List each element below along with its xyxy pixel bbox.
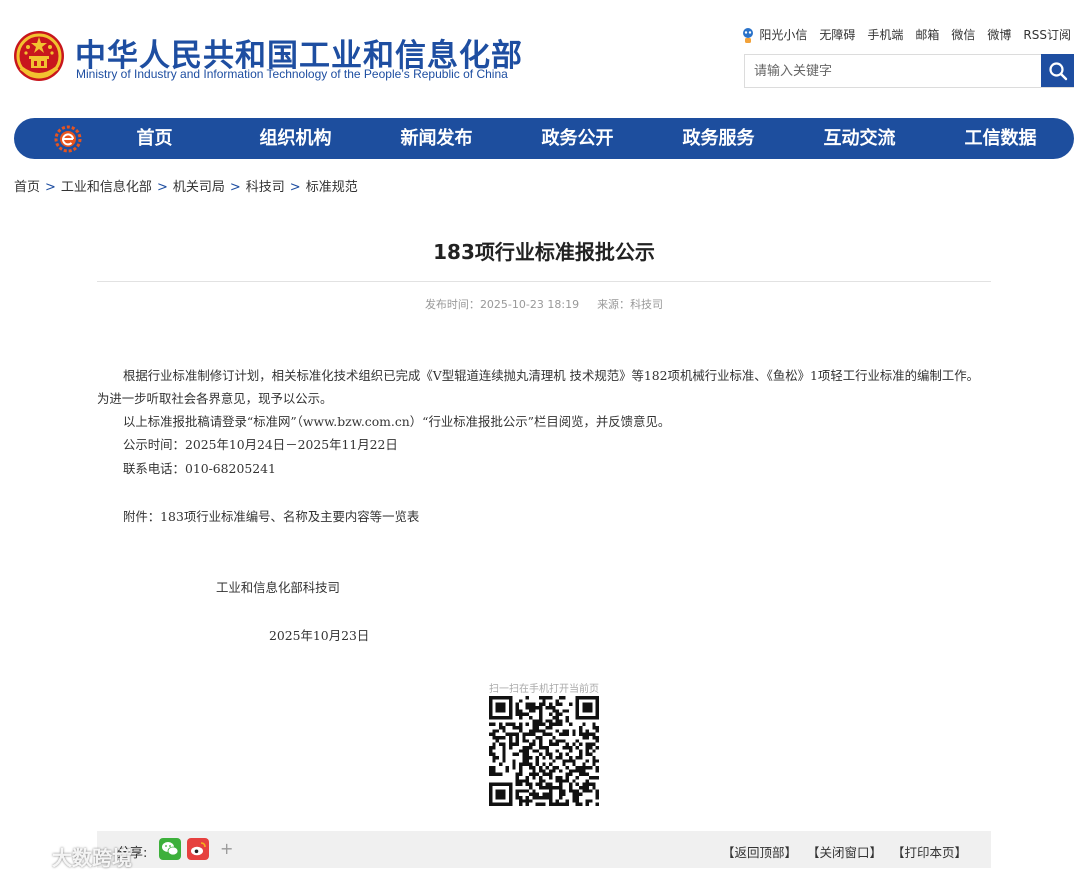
search-button[interactable]: [1041, 54, 1074, 87]
nav-item-organization[interactable]: 组织机构: [225, 118, 366, 159]
breadcrumb-item[interactable]: 首页: [14, 180, 40, 195]
search-icon: [1048, 61, 1067, 80]
attachment-link[interactable]: 附件：183项行业标准编号、名称及主要内容等一览表: [123, 507, 419, 525]
top-link-accessibility[interactable]: 无障碍: [819, 26, 855, 43]
close-window-link[interactable]: 【关闭窗口】: [807, 845, 882, 860]
breadcrumb-item[interactable]: 机关司局: [173, 180, 225, 195]
breadcrumb-item[interactable]: 科技司: [246, 180, 285, 195]
top-link-wechat[interactable]: 微信: [951, 26, 975, 43]
top-link-label: 阳光小信: [759, 28, 808, 42]
miit-logo-icon: [54, 125, 82, 153]
main-nav: 首页 组织机构 新闻发布 政务公开 政务服务 互动交流 工信数据: [14, 118, 1074, 159]
nav-item-home[interactable]: 首页: [84, 118, 225, 159]
article-paragraph: 根据行业标准制修订计划，相关标准化技术组织已完成《V型辊道连续抛丸清理机 技术规…: [97, 368, 980, 406]
source: 科技司: [630, 298, 664, 311]
breadcrumb-separator: >: [229, 180, 241, 195]
nav-item-government-affairs[interactable]: 政务公开: [507, 118, 648, 159]
nav-items: 首页 组织机构 新闻发布 政务公开 政务服务 互动交流 工信数据: [84, 118, 1071, 159]
site-title-english: Ministry of Industry and Information Tec…: [76, 67, 508, 81]
breadcrumb-separator: >: [45, 180, 56, 195]
signature: 工业和信息化部科技司: [216, 580, 340, 595]
watermark: 大数跨境: [8, 842, 132, 871]
breadcrumb-item[interactable]: 标准规范: [306, 180, 358, 195]
back-to-top-link[interactable]: 【返回顶部】: [722, 845, 797, 860]
nav-item-services[interactable]: 政务服务: [648, 118, 789, 159]
wechat-share-icon[interactable]: [159, 838, 181, 860]
qr-code-icon: [489, 696, 599, 806]
weibo-share-icon[interactable]: [187, 838, 209, 860]
breadcrumb-separator: >: [289, 180, 301, 195]
divider: [97, 281, 991, 282]
article-paragraph: 以上标准报批稿请登录“标准网”（www.bzw.com.cn）“行业标准报批公示…: [123, 414, 671, 429]
robot-mascot-icon: [743, 27, 754, 43]
footer-links: 【返回顶部】 【关闭窗口】 【打印本页】: [716, 842, 967, 861]
top-link-mobile[interactable]: 手机端: [867, 26, 903, 43]
nav-item-data[interactable]: 工信数据: [930, 118, 1071, 159]
publish-label: 发布时间：: [424, 298, 480, 311]
print-page-link[interactable]: 【打印本页】: [892, 845, 967, 860]
search-input[interactable]: [745, 55, 1041, 87]
signature-date: 2025年10月23日: [269, 628, 370, 643]
breadcrumb-item[interactable]: 工业和信息化部: [61, 180, 152, 195]
article-meta: 发布时间：2025-10-23 18:19 来源：科技司: [97, 296, 991, 312]
top-link-rss[interactable]: RSS订阅: [1023, 26, 1071, 43]
more-share-button[interactable]: +: [220, 839, 233, 858]
top-link-yangguang[interactable]: 阳光小信: [741, 26, 807, 43]
breadcrumb-separator: >: [156, 180, 168, 195]
top-link-weibo[interactable]: 微博: [987, 26, 1011, 43]
contact-phone: 联系电话：010-68205241: [123, 461, 276, 476]
search-box: [744, 54, 1074, 88]
source-label: 来源：: [597, 298, 631, 311]
share-bar: 分享: + 【返回顶部】 【关闭窗口】 【打印本页】: [97, 831, 991, 868]
nav-item-interaction[interactable]: 互动交流: [789, 118, 930, 159]
notice-period: 公示时间：2025年10月24日－2025年11月22日: [123, 437, 398, 452]
breadcrumb: 首页 > 工业和信息化部 > 机关司局 > 科技司 > 标准规范: [14, 176, 358, 195]
nav-item-news[interactable]: 新闻发布: [366, 118, 507, 159]
site-header: 中华人民共和国工业和信息化部 Ministry of Industry and …: [0, 0, 1080, 112]
qr-label: 扫一扫在手机打开当前页: [489, 684, 599, 695]
top-link-mail[interactable]: 邮箱: [915, 26, 939, 43]
article-title: 183项行业标准报批公示: [433, 240, 655, 264]
watermark-logo-icon: [9, 846, 47, 866]
top-links: 阳光小信 无障碍 手机端 邮箱 微信 微博 RSS订阅: [741, 26, 1071, 43]
national-emblem-icon: [14, 31, 64, 81]
publish-time: 2025-10-23 18:19: [479, 298, 580, 311]
watermark-text: 大数跨境: [52, 846, 132, 870]
